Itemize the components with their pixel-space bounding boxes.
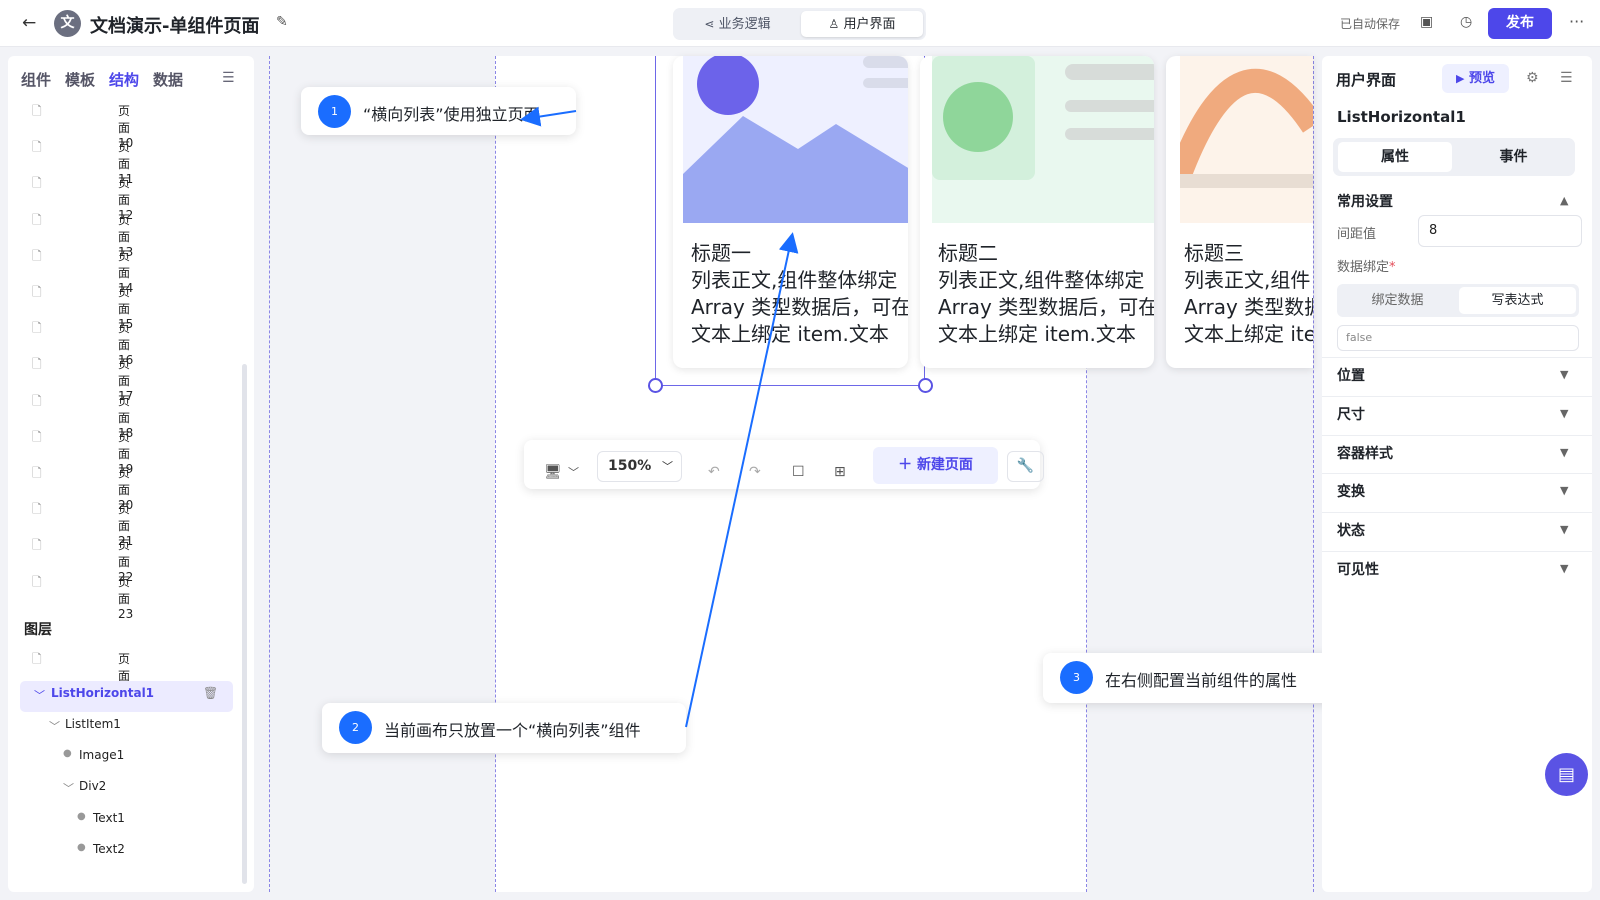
panel-title: 用户界面	[1336, 71, 1397, 89]
divider	[1322, 357, 1592, 358]
caret-down-icon[interactable]: ▼	[1560, 484, 1568, 497]
binding-mode-switch: 绑定数据 写表达式	[1337, 284, 1579, 317]
binding-value-field[interactable]: false	[1337, 325, 1579, 351]
binding-label: 数据绑定*	[1337, 260, 1396, 275]
caret-down-icon[interactable]: ▼	[1560, 368, 1568, 381]
arrow-1	[520, 106, 577, 127]
divider	[1322, 473, 1592, 475]
caret-up-icon[interactable]: ▲	[1560, 194, 1568, 207]
section-header[interactable]: 容器样式	[1337, 443, 1393, 463]
component-name: ListHorizontal1	[1337, 108, 1466, 126]
spacing-label: 间距值	[1337, 227, 1377, 242]
tab-events[interactable]: 事件	[1457, 142, 1570, 172]
menu-icon[interactable]: ☰	[1560, 70, 1573, 86]
divider	[1322, 551, 1592, 552]
tab-write-expression[interactable]: 写表达式	[1459, 287, 1576, 314]
arrow-2	[685, 232, 799, 728]
preview-button[interactable]: ▶ 预览	[1442, 64, 1509, 93]
section-header[interactable]: 位置	[1337, 365, 1365, 385]
caret-down-icon[interactable]: ▼	[1560, 407, 1568, 420]
section-header[interactable]: 尺寸	[1337, 404, 1365, 424]
play-icon: ▶	[1455, 72, 1465, 85]
divider	[1322, 512, 1592, 514]
required-icon: *	[1389, 260, 1396, 275]
caret-down-icon[interactable]: ▼	[1560, 523, 1568, 536]
divider	[1322, 395, 1592, 397]
caret-down-icon[interactable]: ▼	[1560, 446, 1568, 459]
assistant-icon: ▤	[1557, 764, 1575, 785]
props-tabs: 属性 事件	[1333, 138, 1575, 176]
section-header[interactable]: 状态	[1337, 520, 1365, 540]
assistant-button[interactable]: ▤	[1545, 753, 1588, 796]
section-common[interactable]: 常用设置	[1337, 191, 1393, 211]
section-header[interactable]: 可见性	[1337, 559, 1379, 579]
tab-properties[interactable]: 属性	[1338, 142, 1452, 172]
divider	[1322, 434, 1592, 436]
tab-bind-data[interactable]: 绑定数据	[1340, 287, 1455, 314]
spacing-input[interactable]: 8	[1418, 215, 1582, 247]
caret-down-icon[interactable]: ▼	[1560, 562, 1568, 575]
gear-icon[interactable]: ⚙	[1526, 70, 1539, 86]
section-header[interactable]: 变换	[1337, 481, 1365, 501]
